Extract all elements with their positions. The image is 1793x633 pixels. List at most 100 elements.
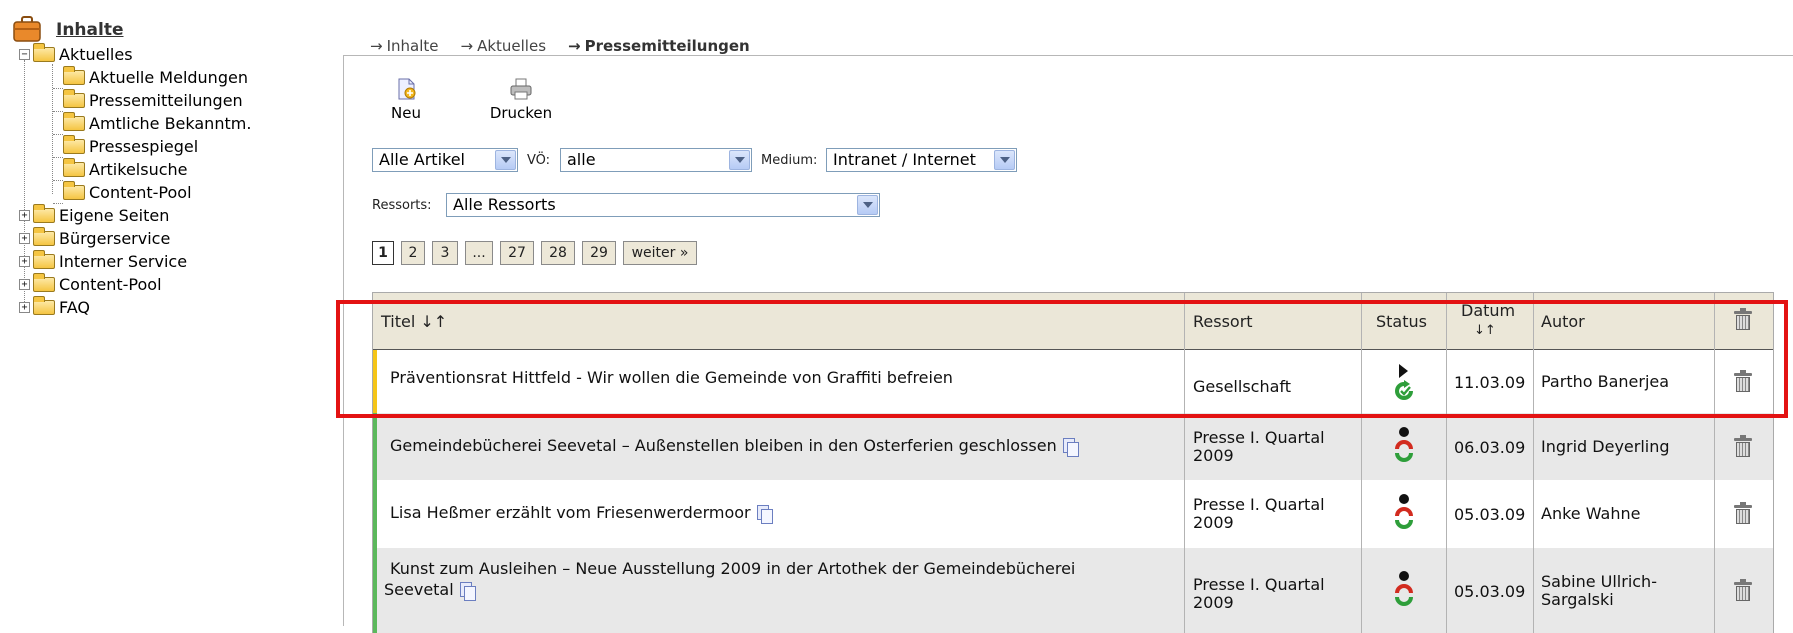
arrow-right-icon: → (460, 37, 474, 55)
ressort-text: 2009 (1193, 446, 1234, 465)
tree-node-content-pool-sub[interactable]: Content-Pool (53, 181, 192, 204)
tree-node-label[interactable]: Aktuelles (59, 45, 133, 64)
tree-node-label[interactable]: Eigene Seiten (59, 206, 169, 225)
published-status-icon[interactable] (1392, 362, 1416, 406)
new-button-label[interactable]: Neu (366, 104, 446, 122)
copy-document-icon[interactable] (1062, 438, 1079, 457)
article-author: Anke Wahne (1541, 505, 1640, 523)
author-text: Partho Banerjea (1541, 371, 1670, 391)
tree-node-label[interactable]: Artikelsuche (89, 160, 187, 179)
print-button[interactable]: Drucken (481, 78, 561, 122)
breadcrumb-label: Pressemitteilungen (584, 37, 750, 55)
breadcrumb-item-aktuelles[interactable]: → Aktuelles (461, 37, 547, 55)
tree-node-pressespiegel[interactable]: Pressespiegel (53, 135, 198, 158)
page-button-ellipsis[interactable]: ... (465, 241, 493, 265)
column-header-date[interactable]: Datum (1461, 301, 1515, 320)
breadcrumb-label[interactable]: Inhalte (387, 37, 439, 55)
tree-node-content-pool[interactable]: + Content-Pool (19, 273, 162, 296)
tree-node-aktuelles[interactable]: − Aktuelles (19, 43, 133, 66)
stopped-status-icon[interactable] (1392, 569, 1416, 613)
expand-icon[interactable]: + (19, 256, 30, 267)
article-title-text[interactable]: Gemeindebücherei Seevetal – Außenstellen… (390, 436, 1057, 455)
tree-node-label[interactable]: Content-Pool (59, 275, 162, 294)
chevron-down-icon[interactable] (857, 195, 878, 215)
trash-icon[interactable] (1734, 578, 1752, 602)
tree-node-aktuelle-meldungen[interactable]: Aktuelle Meldungen (53, 66, 248, 89)
tree-node-label[interactable]: Interner Service (59, 252, 187, 271)
ressorts-filter-select[interactable]: Alle Ressorts (446, 193, 880, 217)
tree-root-label[interactable]: Inhalte (56, 20, 124, 40)
page-button-27[interactable]: 27 (500, 241, 534, 265)
date-sort-icon[interactable]: ↓↑ (1474, 323, 1496, 338)
page-button-29[interactable]: 29 (582, 241, 616, 265)
ressort-text: Gesellschaft (1193, 377, 1292, 396)
vo-filter-select[interactable]: alle (560, 148, 752, 172)
table-row[interactable]: Präventionsrat Hittfeld - Wir wollen die… (373, 350, 1773, 413)
tree-node-buergerservice[interactable]: + Bürgerservice (19, 227, 170, 250)
tree-node-label[interactable]: Pressemitteilungen (89, 91, 243, 110)
tree-root[interactable]: Inhalte (12, 10, 124, 44)
tree-node-label[interactable]: Pressespiegel (89, 137, 198, 156)
tree-node-artikelsuche[interactable]: Artikelsuche (53, 158, 187, 181)
article-title[interactable]: Präventionsrat Hittfeld - Wir wollen die… (390, 367, 1150, 388)
tree-node-label[interactable]: Amtliche Bekanntm. (89, 114, 251, 133)
tree-node-label[interactable]: Aktuelle Meldungen (89, 68, 248, 87)
stopped-status-icon[interactable] (1392, 425, 1416, 469)
table-row[interactable]: Kunst zum Ausleihen – Neue Ausstellung 2… (373, 548, 1773, 633)
stopped-status-icon[interactable] (1392, 492, 1416, 536)
expand-icon[interactable]: + (19, 302, 30, 313)
article-title-text[interactable]: Seevetal (384, 580, 454, 599)
article-ressort: Presse I. Quartal 2009 (1193, 496, 1325, 532)
page-button-3[interactable]: 3 (432, 241, 458, 265)
expand-icon[interactable]: + (19, 279, 30, 290)
content-tree: Inhalte − Aktuelles Aktuelle Meldungen P… (0, 0, 320, 612)
tree-node-pressemitteilungen[interactable]: Pressemitteilungen (53, 89, 243, 112)
article-title[interactable]: Gemeindebücherei Seevetal – Außenstellen… (390, 435, 1150, 457)
article-filter-select[interactable]: Alle Artikel (372, 148, 518, 172)
expand-icon[interactable]: + (19, 233, 30, 244)
article-date: 05.03.09 (1454, 505, 1526, 524)
chevron-down-icon[interactable] (495, 150, 516, 170)
tree-node-faq[interactable]: + FAQ (19, 296, 90, 319)
breadcrumb-item-inhalte[interactable]: → Inhalte (370, 37, 439, 55)
expand-icon[interactable]: + (19, 210, 30, 221)
copy-document-icon[interactable] (756, 505, 773, 524)
author-text: Sabine Ullrich- (1541, 571, 1657, 591)
article-ressort: Presse I. Quartal 2009 (1193, 576, 1325, 612)
folder-icon (33, 273, 55, 292)
table-row[interactable]: Gemeindebücherei Seevetal – Außenstellen… (373, 413, 1773, 480)
arrow-right-icon: → (568, 37, 581, 55)
chevron-down-icon[interactable] (729, 150, 750, 170)
article-title-text[interactable]: Kunst zum Ausleihen – Neue Ausstellung 2… (390, 559, 1075, 578)
tree-node-interner-service[interactable]: + Interner Service (19, 250, 187, 273)
article-title-text[interactable]: Präventionsrat Hittfeld - Wir wollen die… (390, 368, 953, 387)
row-status-bar (373, 413, 377, 480)
article-title-text[interactable]: Lisa Heßmer erzählt vom Friesenwerdermoo… (390, 503, 751, 522)
page-button-2[interactable]: 2 (401, 241, 425, 265)
tree-node-amtliche-bekanntmachungen[interactable]: Amtliche Bekanntm. (53, 112, 251, 135)
breadcrumb-item-current: → Pressemitteilungen (568, 37, 750, 55)
trash-icon[interactable] (1734, 502, 1752, 525)
article-title[interactable]: Lisa Heßmer erzählt vom Friesenwerdermoo… (390, 502, 1150, 524)
tree-node-eigene-seiten[interactable]: + Eigene Seiten (19, 204, 169, 227)
trash-icon[interactable] (1734, 308, 1752, 331)
collapse-icon[interactable]: − (19, 49, 30, 60)
new-button[interactable]: Neu (366, 78, 446, 122)
tree-node-label[interactable]: Content-Pool (89, 183, 192, 202)
tree-node-label[interactable]: Bürgerservice (59, 229, 170, 248)
trash-icon[interactable] (1734, 369, 1752, 393)
medium-filter-select[interactable]: Intranet / Internet (826, 148, 1017, 172)
chevron-down-icon[interactable] (994, 150, 1015, 170)
breadcrumb-label[interactable]: Aktuelles (477, 37, 546, 55)
tree-node-label[interactable]: FAQ (59, 298, 90, 317)
table-row[interactable]: Lisa Heßmer erzählt vom Friesenwerdermoo… (373, 480, 1773, 548)
print-button-label[interactable]: Drucken (481, 104, 561, 122)
column-header-title[interactable]: Titel ↓↑ (381, 312, 447, 331)
trash-icon[interactable] (1734, 434, 1752, 458)
page-button-28[interactable]: 28 (541, 241, 575, 265)
copy-document-icon[interactable] (459, 582, 476, 601)
next-page-button[interactable]: weiter » (623, 241, 697, 265)
article-title[interactable]: Kunst zum Ausleihen – Neue Ausstellung 2… (384, 558, 1150, 601)
page-button-1[interactable]: 1 (372, 241, 394, 265)
column-divider (1361, 293, 1362, 633)
